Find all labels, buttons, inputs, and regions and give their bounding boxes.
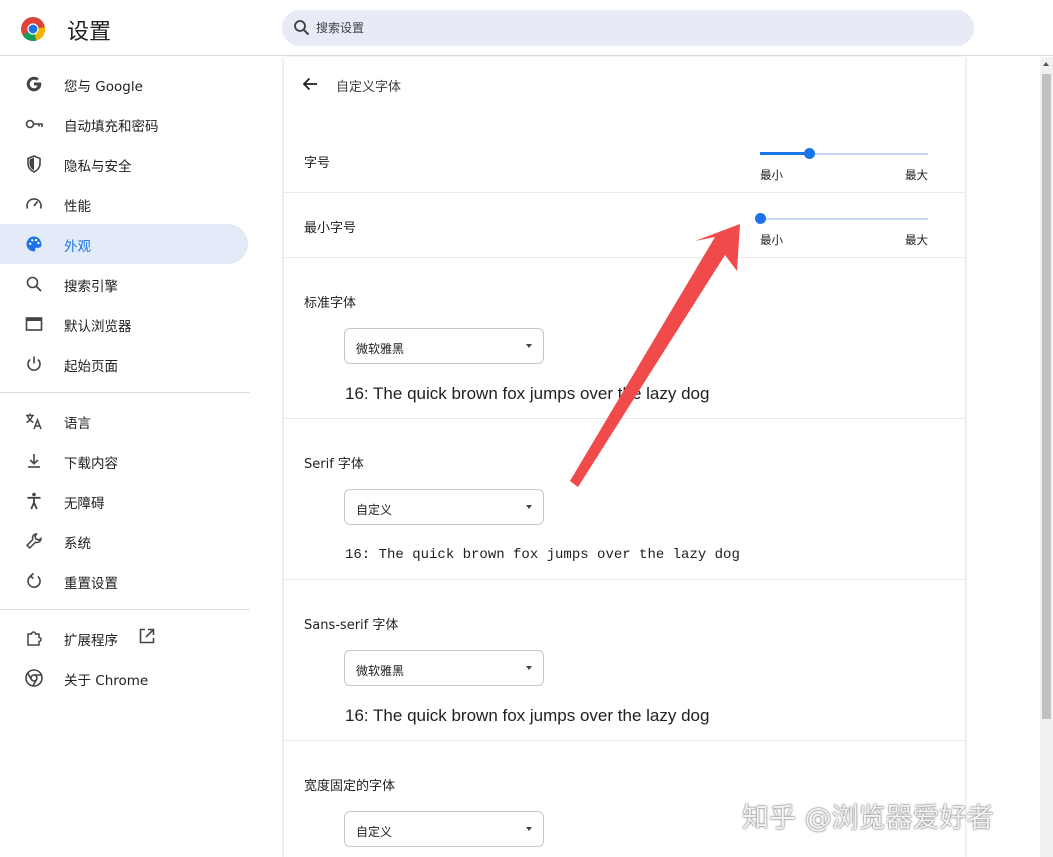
serif-font-label: Serif 字体 (304, 457, 364, 472)
sidebar-item-label: 无障碍 (64, 496, 105, 512)
sidebar-item-downloads[interactable]: 下载内容 (0, 441, 248, 481)
select-value: 微软雅黑 (356, 664, 405, 678)
sidebar-item-about-chrome[interactable]: 关于 Chrome (0, 658, 248, 698)
google-g-icon (26, 76, 42, 92)
row-divider (284, 257, 965, 258)
sidebar-item-label: 起始页面 (64, 359, 118, 375)
min-font-size-label: 最小字号 (304, 221, 357, 236)
accessibility-icon (27, 492, 41, 510)
standard-font-sample: 16: The quick brown fox jumps over the l… (345, 384, 710, 403)
sidebar: 您与 Google 自动填充和密码 隐私与安全 性能 外观 搜索引擎 默认浏览器… (0, 57, 260, 857)
translate-icon (26, 413, 42, 430)
sans-serif-font-label: Sans-serif 字体 (304, 618, 399, 633)
dropdown-caret-icon (526, 666, 532, 670)
row-divider (284, 418, 965, 419)
nav-divider (0, 392, 250, 393)
font-size-slider[interactable]: 最小 最大 (760, 145, 928, 185)
sidebar-item-label: 您与 Google (64, 79, 143, 95)
standard-font-label: 标准字体 (304, 296, 357, 311)
puzzle-icon (27, 631, 42, 646)
app-title: 设置 (67, 20, 112, 45)
search-input[interactable] (316, 10, 956, 46)
slider-max-label: 最大 (905, 233, 928, 247)
sidebar-item-on-startup[interactable]: 起始页面 (0, 344, 248, 384)
sidebar-item-system[interactable]: 系统 (0, 521, 248, 561)
fixed-width-font-select[interactable]: 自定义 (344, 811, 544, 847)
slider-max-label: 最大 (905, 168, 928, 182)
browser-window-icon (25, 317, 43, 331)
select-value: 微软雅黑 (356, 342, 405, 356)
scroll-up-arrow-icon[interactable] (1043, 62, 1049, 66)
dropdown-caret-icon (526, 827, 532, 831)
row-divider (284, 740, 965, 741)
sidebar-item-label: 关于 Chrome (64, 673, 149, 689)
min-font-size-slider[interactable]: 最小 最大 (755, 210, 928, 250)
sidebar-item-privacy[interactable]: 隐私与安全 (0, 144, 248, 184)
download-icon (28, 454, 40, 468)
slider-track (760, 218, 928, 220)
sidebar-item-you-and-google[interactable]: 您与 Google (0, 64, 248, 104)
sidebar-item-label: 扩展程序 (64, 633, 118, 649)
search-icon (294, 20, 310, 36)
sidebar-item-label: 搜索引擎 (64, 279, 118, 295)
slider-min-label: 最小 (760, 233, 783, 247)
scroll-thumb[interactable] (1042, 74, 1051, 719)
sidebar-item-extensions[interactable]: 扩展程序 (0, 618, 248, 658)
sidebar-item-label: 系统 (64, 536, 91, 552)
select-value: 自定义 (356, 825, 393, 839)
external-link-icon (139, 628, 155, 644)
slider-knob[interactable] (804, 148, 815, 159)
shield-icon (27, 155, 41, 173)
serif-font-sample: 16: The quick brown fox jumps over the l… (345, 547, 740, 563)
sidebar-item-default-browser[interactable]: 默认浏览器 (0, 304, 248, 344)
key-icon (25, 119, 43, 129)
sidebar-item-label: 自动填充和密码 (64, 119, 159, 135)
sidebar-item-appearance[interactable]: 外观 (0, 224, 248, 264)
scrollbar[interactable] (1040, 57, 1053, 857)
select-value: 自定义 (356, 503, 393, 517)
sidebar-item-label: 语言 (64, 416, 91, 432)
fixed-width-font-label: 宽度固定的字体 (304, 779, 396, 794)
sidebar-item-label: 下载内容 (64, 456, 118, 472)
speedometer-icon (26, 198, 42, 209)
font-size-label: 字号 (304, 156, 331, 171)
slider-min-label: 最小 (760, 168, 783, 182)
sidebar-item-label: 外观 (64, 239, 91, 255)
standard-font-select[interactable]: 微软雅黑 (344, 328, 544, 364)
page-subtitle: 自定义字体 (336, 80, 402, 95)
chrome-icon (25, 669, 43, 687)
sidebar-item-label: 隐私与安全 (64, 159, 132, 175)
sidebar-item-search-engine[interactable]: 搜索引擎 (0, 264, 248, 304)
sans-serif-font-sample: 16: The quick brown fox jumps over the l… (345, 706, 710, 725)
custom-fonts-card: 自定义字体 字号 最小 最大 最小字号 最小 最大 标准字体 微软雅黑 16: … (284, 57, 965, 857)
slider-knob[interactable] (755, 213, 766, 224)
top-bar: 设置 (0, 0, 1053, 56)
search-box[interactable] (282, 10, 974, 46)
sans-serif-font-select[interactable]: 微软雅黑 (344, 650, 544, 686)
dropdown-caret-icon (526, 505, 532, 509)
palette-icon (26, 236, 42, 252)
watermark: 知乎 @浏览器爱好者 (742, 803, 994, 834)
sidebar-item-performance[interactable]: 性能 (0, 184, 248, 224)
sidebar-item-label: 重置设置 (64, 576, 118, 592)
sidebar-item-reset-settings[interactable]: 重置设置 (0, 561, 248, 601)
search-icon (26, 276, 42, 292)
sidebar-item-accessibility[interactable]: 无障碍 (0, 481, 248, 521)
sidebar-item-label: 性能 (64, 199, 91, 215)
sidebar-item-autofill[interactable]: 自动填充和密码 (0, 104, 248, 144)
chrome-logo-icon (21, 17, 46, 42)
dropdown-caret-icon (526, 344, 532, 348)
serif-font-select[interactable]: 自定义 (344, 489, 544, 525)
wrench-icon (25, 533, 42, 550)
power-icon (27, 356, 41, 371)
back-arrow-icon[interactable] (300, 74, 320, 94)
row-divider (284, 579, 965, 580)
sidebar-item-label: 默认浏览器 (64, 319, 132, 335)
sidebar-item-languages[interactable]: 语言 (0, 401, 248, 441)
row-divider (284, 192, 965, 193)
nav-divider (0, 609, 250, 610)
slider-fill (760, 152, 809, 155)
reset-icon (27, 572, 41, 588)
